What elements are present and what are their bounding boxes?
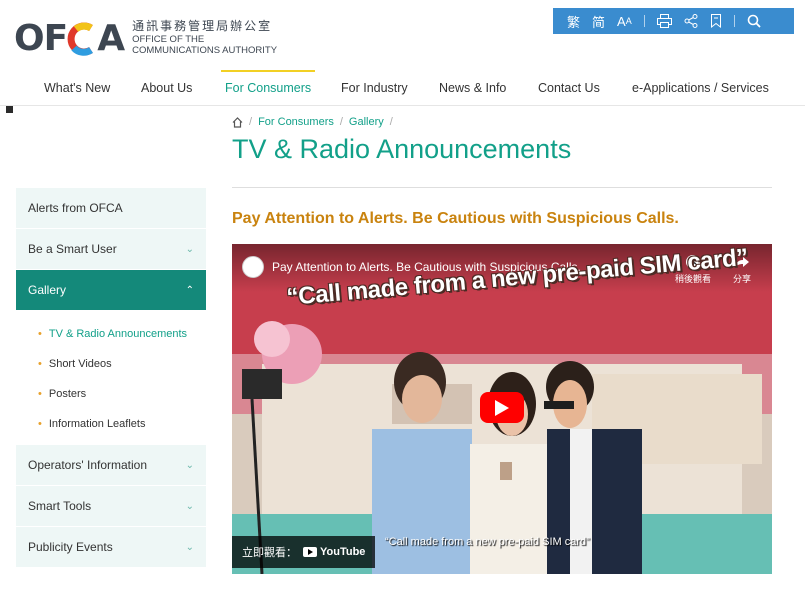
play-button[interactable] (480, 392, 524, 423)
title-divider (232, 187, 772, 188)
sidebar-item-label: Publicity Events (28, 540, 113, 554)
nav-whats-new[interactable]: What's New (44, 70, 110, 106)
chevron-down-icon: ⌄ (185, 459, 194, 471)
breadcrumb-separator: / (389, 116, 393, 128)
sidebar-item-label: Be a Smart User (28, 242, 117, 256)
traditional-chinese-button[interactable]: 繁 (567, 8, 580, 34)
watch-on-youtube-button[interactable]: 立即觀看： YouTube (232, 536, 376, 568)
submenu-item-label: Information Leaflets (48, 418, 146, 430)
submenu-item-label: TV & Radio Announcements (48, 328, 188, 340)
nav-for-industry[interactable]: For Industry (341, 70, 408, 106)
sidebar-item-smart-user[interactable]: Be a Smart User ⌄ (16, 229, 206, 269)
search-icon (747, 14, 761, 28)
share-label: 分享 (732, 274, 751, 284)
chevron-up-icon: ⌃ (185, 284, 194, 296)
bookmark-icon (710, 14, 721, 28)
sidebar-item-publicity[interactable]: Publicity Events ⌄ (16, 527, 206, 567)
sidebar: Alerts from OFCA Be a Smart User ⌄ Galle… (16, 188, 206, 568)
main-nav: What's New About Us For Consumers For In… (0, 70, 805, 106)
simplified-chinese-button[interactable]: 简 (592, 8, 605, 34)
font-size-small-icon: A (625, 16, 632, 26)
video-heading: Pay Attention to Alerts. Be Cautious wit… (232, 210, 679, 227)
home-icon[interactable] (232, 116, 243, 128)
nav-news-info[interactable]: News & Info (439, 70, 506, 106)
submenu-item-posters[interactable]: • Posters (16, 379, 206, 409)
sidebar-item-label: Gallery (28, 283, 67, 297)
ofca-logo-mark: OF A (14, 18, 125, 59)
submenu-item-leaflets[interactable]: • Information Leaflets (16, 409, 206, 439)
sidebar-item-operators[interactable]: Operators' Information ⌄ (16, 445, 206, 485)
sidebar-item-smart-tools[interactable]: Smart Tools ⌄ (16, 486, 206, 526)
watch-on-label: 立即觀看： (242, 547, 297, 559)
sidebar-item-alerts[interactable]: Alerts from OFCA (16, 188, 206, 228)
search-button[interactable] (747, 8, 761, 34)
font-size-button[interactable]: AA (617, 8, 632, 34)
breadcrumb: / For Consumers / Gallery / (232, 116, 393, 128)
bullet-icon: • (38, 358, 42, 370)
nav-for-consumers[interactable]: For Consumers (220, 70, 316, 106)
logo-zh: 通訊事務管理局辦公室 (132, 18, 273, 33)
breadcrumb-separator: / (339, 116, 343, 128)
youtube-video-player[interactable]: Pay Attention to Alerts. Be Cautious wit… (232, 244, 772, 574)
logo-mark-right: A (97, 18, 125, 59)
logo-text: 通訊事務管理局辦公室 OFFICE OF THE COMMUNICATIONS … (132, 18, 278, 58)
ofca-logo[interactable]: OF A 通訊事務管理局辦公室 OFFICE OF THE COMMUNICAT… (14, 18, 277, 59)
gallery-submenu: • TV & Radio Announcements • Short Videos … (16, 311, 206, 445)
submenu-item-short-videos[interactable]: • Short Videos (16, 349, 206, 379)
bookmark-button[interactable] (710, 8, 722, 34)
font-size-label: A (617, 13, 626, 29)
bullet-icon: • (38, 328, 42, 340)
video-subtitle: “Call made from a new pre-paid SIM card” (385, 536, 590, 548)
sidebar-item-gallery[interactable]: Gallery ⌃ (16, 270, 206, 310)
youtube-icon (303, 547, 317, 557)
share-button[interactable] (684, 8, 698, 34)
bullet-icon: • (38, 388, 42, 400)
sidebar-item-label: Smart Tools (28, 499, 92, 513)
submenu-item-label: Posters (48, 388, 87, 400)
share-icon (684, 14, 698, 28)
youtube-label: YouTube (320, 546, 366, 558)
submenu-item-label: Short Videos (48, 358, 112, 370)
print-button[interactable] (656, 8, 672, 34)
nav-contact-us[interactable]: Contact Us (538, 70, 600, 106)
utility-bar: 繁 简 AA (553, 8, 794, 34)
breadcrumb-gallery[interactable]: Gallery (349, 116, 384, 128)
logo-c-ring-icon (67, 22, 94, 56)
utility-divider-2 (733, 15, 735, 27)
chevron-down-icon: ⌄ (185, 243, 194, 255)
channel-avatar[interactable] (242, 256, 264, 278)
nav-e-applications[interactable]: e-Applications / Services (632, 70, 769, 106)
nav-about-us[interactable]: About Us (141, 70, 192, 106)
submenu-item-tv-radio[interactable]: • TV & Radio Announcements (16, 319, 206, 349)
bullet-icon: • (38, 418, 42, 430)
page: OF A 通訊事務管理局辦公室 OFFICE OF THE COMMUNICAT… (0, 0, 805, 599)
play-icon (495, 399, 509, 416)
breadcrumb-separator: / (249, 116, 253, 128)
page-title: TV & Radio Announcements (232, 134, 572, 164)
youtube-logo: YouTube (303, 546, 365, 558)
chevron-down-icon: ⌄ (185, 500, 194, 512)
breadcrumb-for-consumers[interactable]: For Consumers (258, 116, 334, 128)
page-edge-marker (6, 106, 13, 113)
utility-divider (643, 15, 645, 27)
sidebar-item-label: Alerts from OFCA (28, 201, 123, 215)
chevron-down-icon: ⌄ (185, 541, 194, 553)
logo-mark-left: OF (14, 18, 68, 59)
print-icon (656, 14, 672, 28)
sidebar-item-label: Operators' Information (28, 458, 148, 472)
logo-en-2: COMMUNICATIONS AUTHORITY (132, 45, 278, 57)
